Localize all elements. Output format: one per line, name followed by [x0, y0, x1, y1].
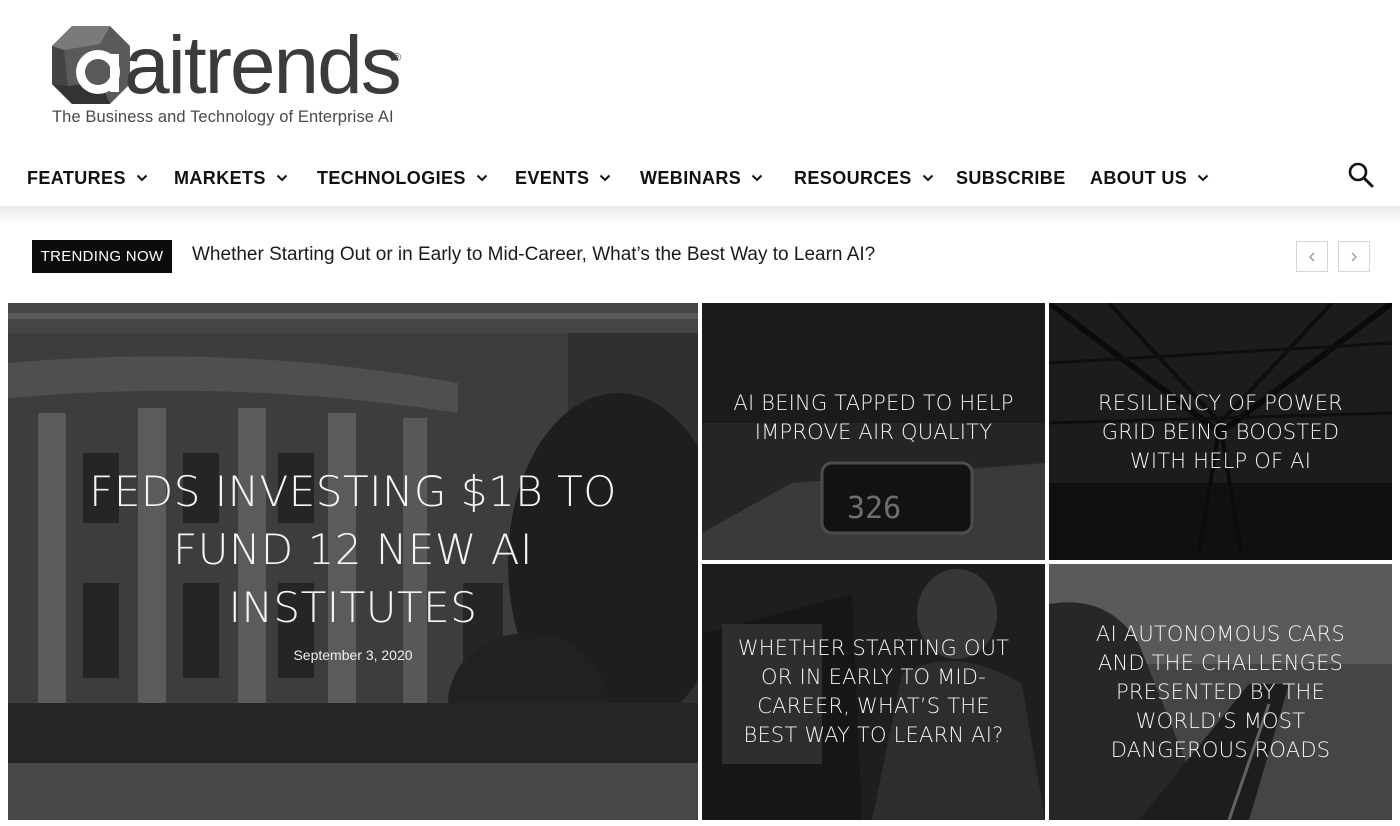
search-icon[interactable] — [1347, 161, 1375, 189]
power-grid-title[interactable]: RESILIENCY OF POWER GRID BEING BOOSTED W… — [1049, 389, 1392, 476]
nav-item-resources[interactable]: RESOURCES — [794, 164, 934, 192]
nav-item-technologies[interactable]: TECHNOLOGIES — [317, 164, 488, 192]
nav-item-label: FEATURES — [27, 167, 126, 188]
chevron-down-icon — [600, 174, 611, 182]
trending-prev-button[interactable] — [1296, 241, 1328, 272]
nav-item-about-us[interactable]: ABOUT US — [1090, 164, 1209, 192]
logo-mark-icon — [52, 26, 130, 104]
nav-divider — [0, 206, 1400, 224]
nav-item-events[interactable]: EVENTS — [515, 164, 611, 192]
nav-item-subscribe[interactable]: SUBSCRIBE — [956, 164, 1066, 192]
main-nav: FEATURES MARKETS TECHNOLOGIES EVENTS WEB… — [0, 152, 1400, 204]
chevron-down-icon — [276, 174, 288, 182]
featured-main-tile[interactable]: FEDS INVESTING $1B TO FUND 12 NEW AI INS… — [8, 303, 698, 820]
nav-item-label: MARKETS — [174, 167, 266, 188]
nav-item-label: ABOUT US — [1090, 167, 1188, 188]
nav-item-webinars[interactable]: WEBINARS — [640, 164, 763, 192]
featured-tile-power-grid[interactable]: RESILIENCY OF POWER GRID BEING BOOSTED W… — [1049, 303, 1392, 560]
chevron-down-icon — [922, 174, 933, 182]
chevron-down-icon — [476, 174, 488, 182]
autonomous-cars-title[interactable]: AI AUTONOMOUS CARS AND THE CHALLENGES PR… — [1049, 620, 1392, 765]
site-tagline: The Business and Technology of Enterpris… — [52, 108, 394, 126]
featured-tile-learn-ai[interactable]: WHETHER STARTING OUT OR IN EARLY TO MID-… — [702, 564, 1045, 820]
nav-item-label: WEBINARS — [640, 167, 742, 188]
air-quality-title[interactable]: AI BEING TAPPED TO HELP IMPROVE AIR QUAL… — [702, 389, 1045, 447]
learn-ai-title[interactable]: WHETHER STARTING OUT OR IN EARLY TO MID-… — [702, 634, 1045, 750]
nav-item-markets[interactable]: MARKETS — [174, 164, 288, 192]
nav-item-label: RESOURCES — [794, 167, 912, 188]
trending-headline-link[interactable]: Whether Starting Out or in Early to Mid-… — [192, 244, 875, 266]
trending-next-button[interactable] — [1338, 241, 1370, 272]
trending-now-badge: TRENDING NOW — [32, 240, 172, 273]
nav-item-label: TECHNOLOGIES — [317, 167, 466, 188]
featured-main-title[interactable]: FEDS INVESTING $1B TO FUND 12 NEW AI INS… — [8, 463, 698, 637]
chevron-right-icon — [1351, 252, 1357, 261]
featured-tile-air-quality[interactable]: 326 AI BEING TAPPED TO HELP IMPROVE AIR … — [702, 303, 1045, 560]
chevron-down-icon — [136, 174, 148, 182]
featured-tile-autonomous-cars[interactable]: AI AUTONOMOUS CARS AND THE CHALLENGES PR… — [1049, 564, 1392, 820]
chevron-left-icon — [1309, 252, 1315, 261]
chevron-down-icon — [751, 174, 763, 182]
site-logo[interactable]: aitrends ® The Business and Technology o… — [50, 20, 430, 132]
logo-registered-mark: ® — [393, 52, 402, 64]
featured-main-date: September 3, 2020 — [293, 647, 413, 663]
logo-wordmark: aitrends — [124, 20, 402, 111]
nav-item-label: SUBSCRIBE — [956, 167, 1066, 188]
nav-item-label: EVENTS — [515, 167, 590, 188]
nav-item-features[interactable]: FEATURES — [27, 164, 148, 192]
chevron-down-icon — [1197, 174, 1209, 182]
